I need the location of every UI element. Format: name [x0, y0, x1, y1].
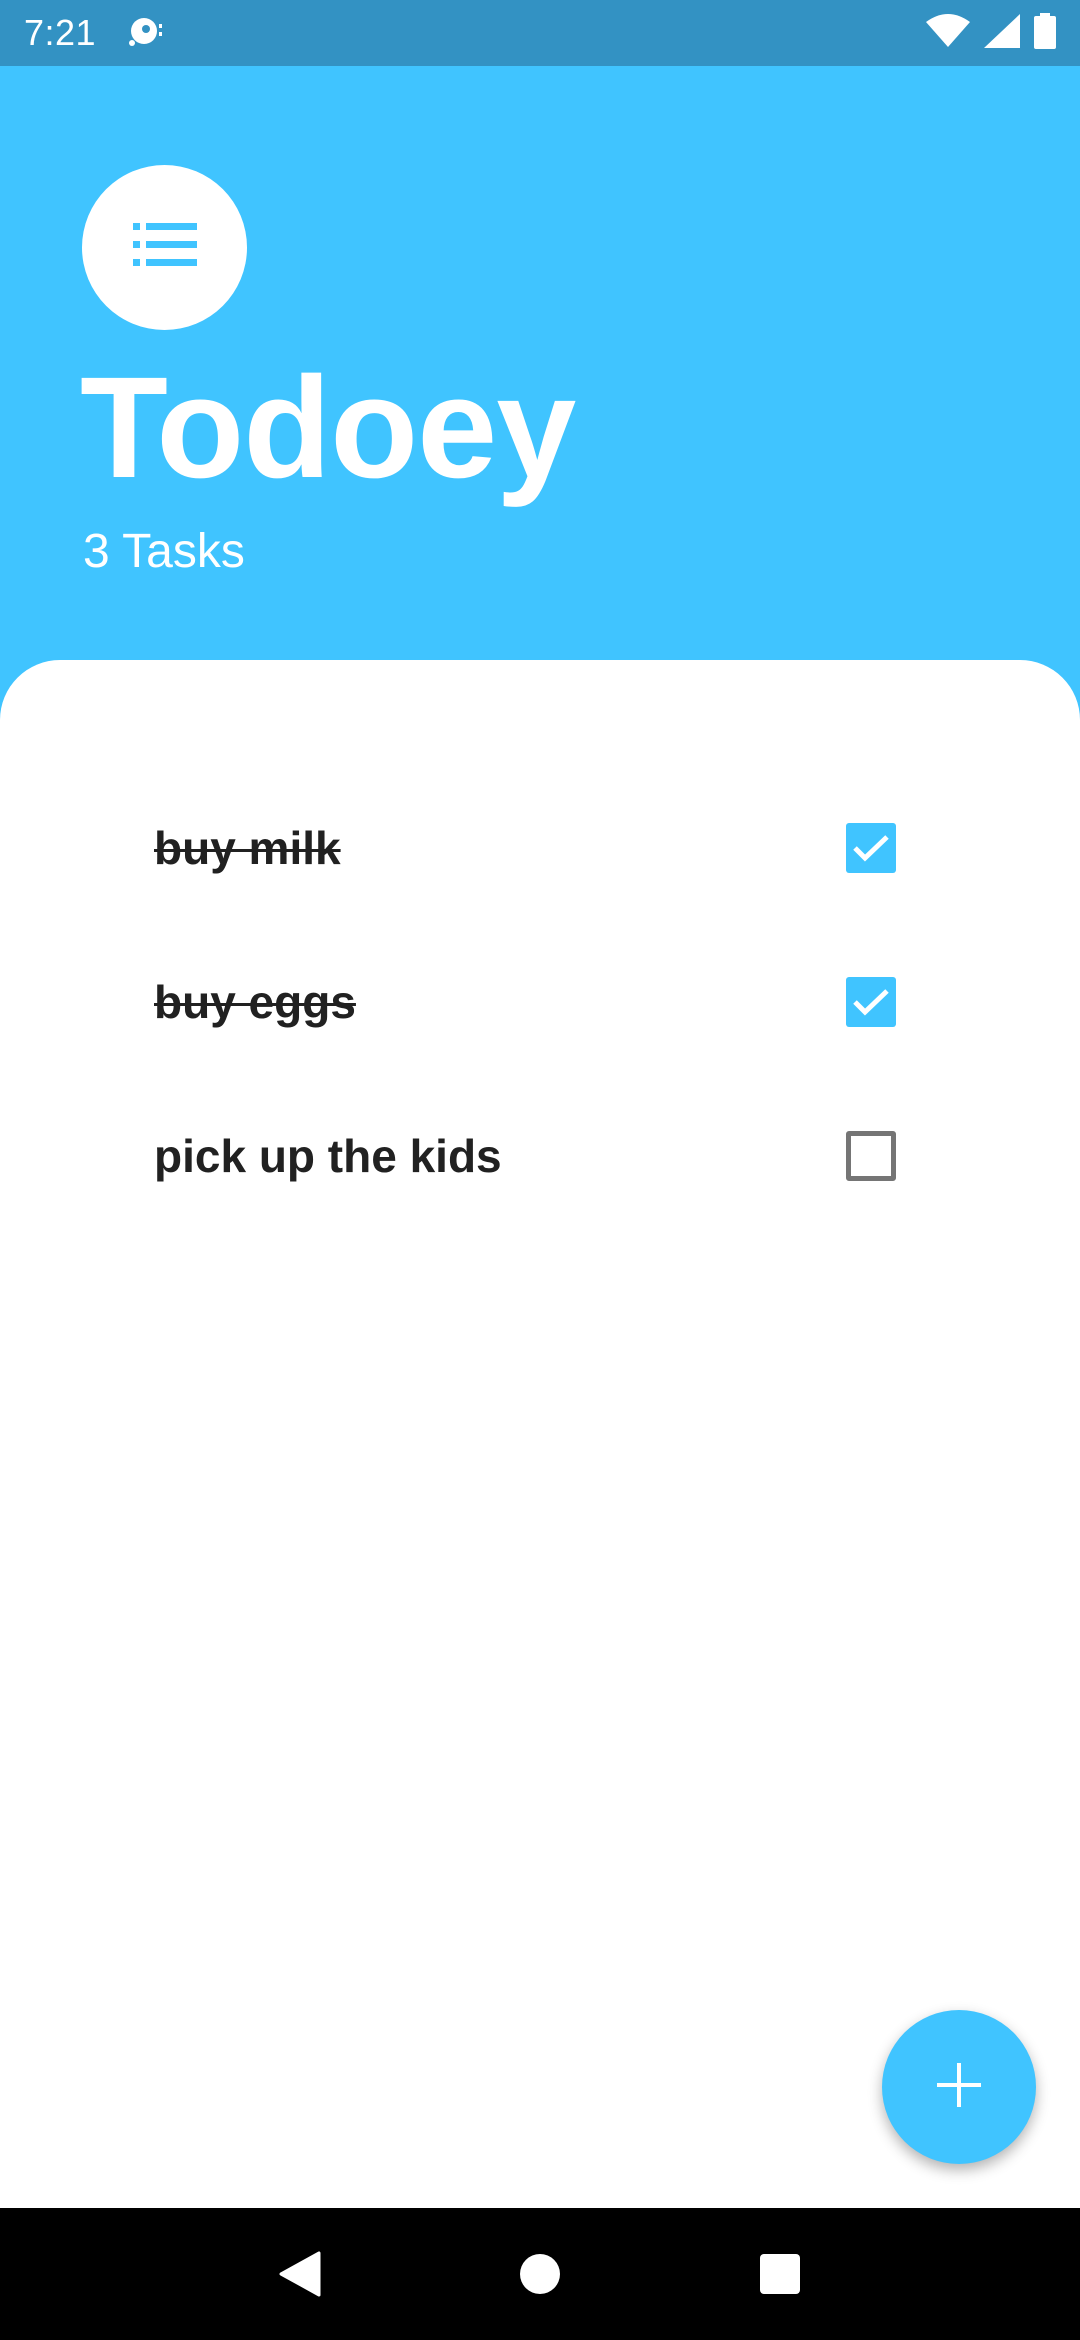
home-icon: [520, 2254, 560, 2294]
navigation-bar: [0, 2208, 1080, 2340]
back-icon: [279, 2251, 321, 2297]
plus-icon: [937, 2062, 981, 2112]
task-label: pick up the kids: [154, 1130, 502, 1182]
status-left: 7:21: [24, 12, 166, 54]
task-count: 3 Tasks: [83, 525, 245, 578]
add-task-button[interactable]: [882, 2010, 1036, 2164]
status-bar: 7:21: [0, 0, 1080, 66]
check-icon: [853, 835, 889, 862]
list-icon: [132, 223, 197, 272]
recents-button[interactable]: [740, 2234, 820, 2314]
home-button[interactable]: [500, 2234, 580, 2314]
logo-circle: [82, 165, 247, 330]
task-label: buy milk: [154, 822, 341, 874]
battery-icon: [1034, 12, 1056, 54]
task-row[interactable]: buy eggs: [0, 925, 1080, 1079]
screen: 7:21 Todoey 3 Tasks buy milk buy eggs pi…: [0, 0, 1080, 2340]
task-row[interactable]: buy milk: [0, 771, 1080, 925]
task-list-panel: buy milk buy eggs pick up the kids: [0, 660, 1080, 2208]
signal-icon: [984, 13, 1020, 53]
status-time: 7:21: [24, 12, 97, 53]
task-checkbox[interactable]: [846, 823, 896, 873]
app-title: Todoey: [80, 347, 576, 508]
recents-icon: [760, 2254, 800, 2294]
header: Todoey 3 Tasks: [0, 66, 1080, 666]
status-right: [926, 12, 1056, 54]
back-button[interactable]: [260, 2234, 340, 2314]
task-checkbox[interactable]: [846, 977, 896, 1027]
task-label: buy eggs: [154, 976, 356, 1028]
notification-icon: [126, 13, 166, 54]
check-icon: [853, 989, 889, 1016]
task-checkbox[interactable]: [846, 1131, 896, 1181]
wifi-icon: [926, 13, 970, 53]
task-row[interactable]: pick up the kids: [0, 1079, 1080, 1233]
